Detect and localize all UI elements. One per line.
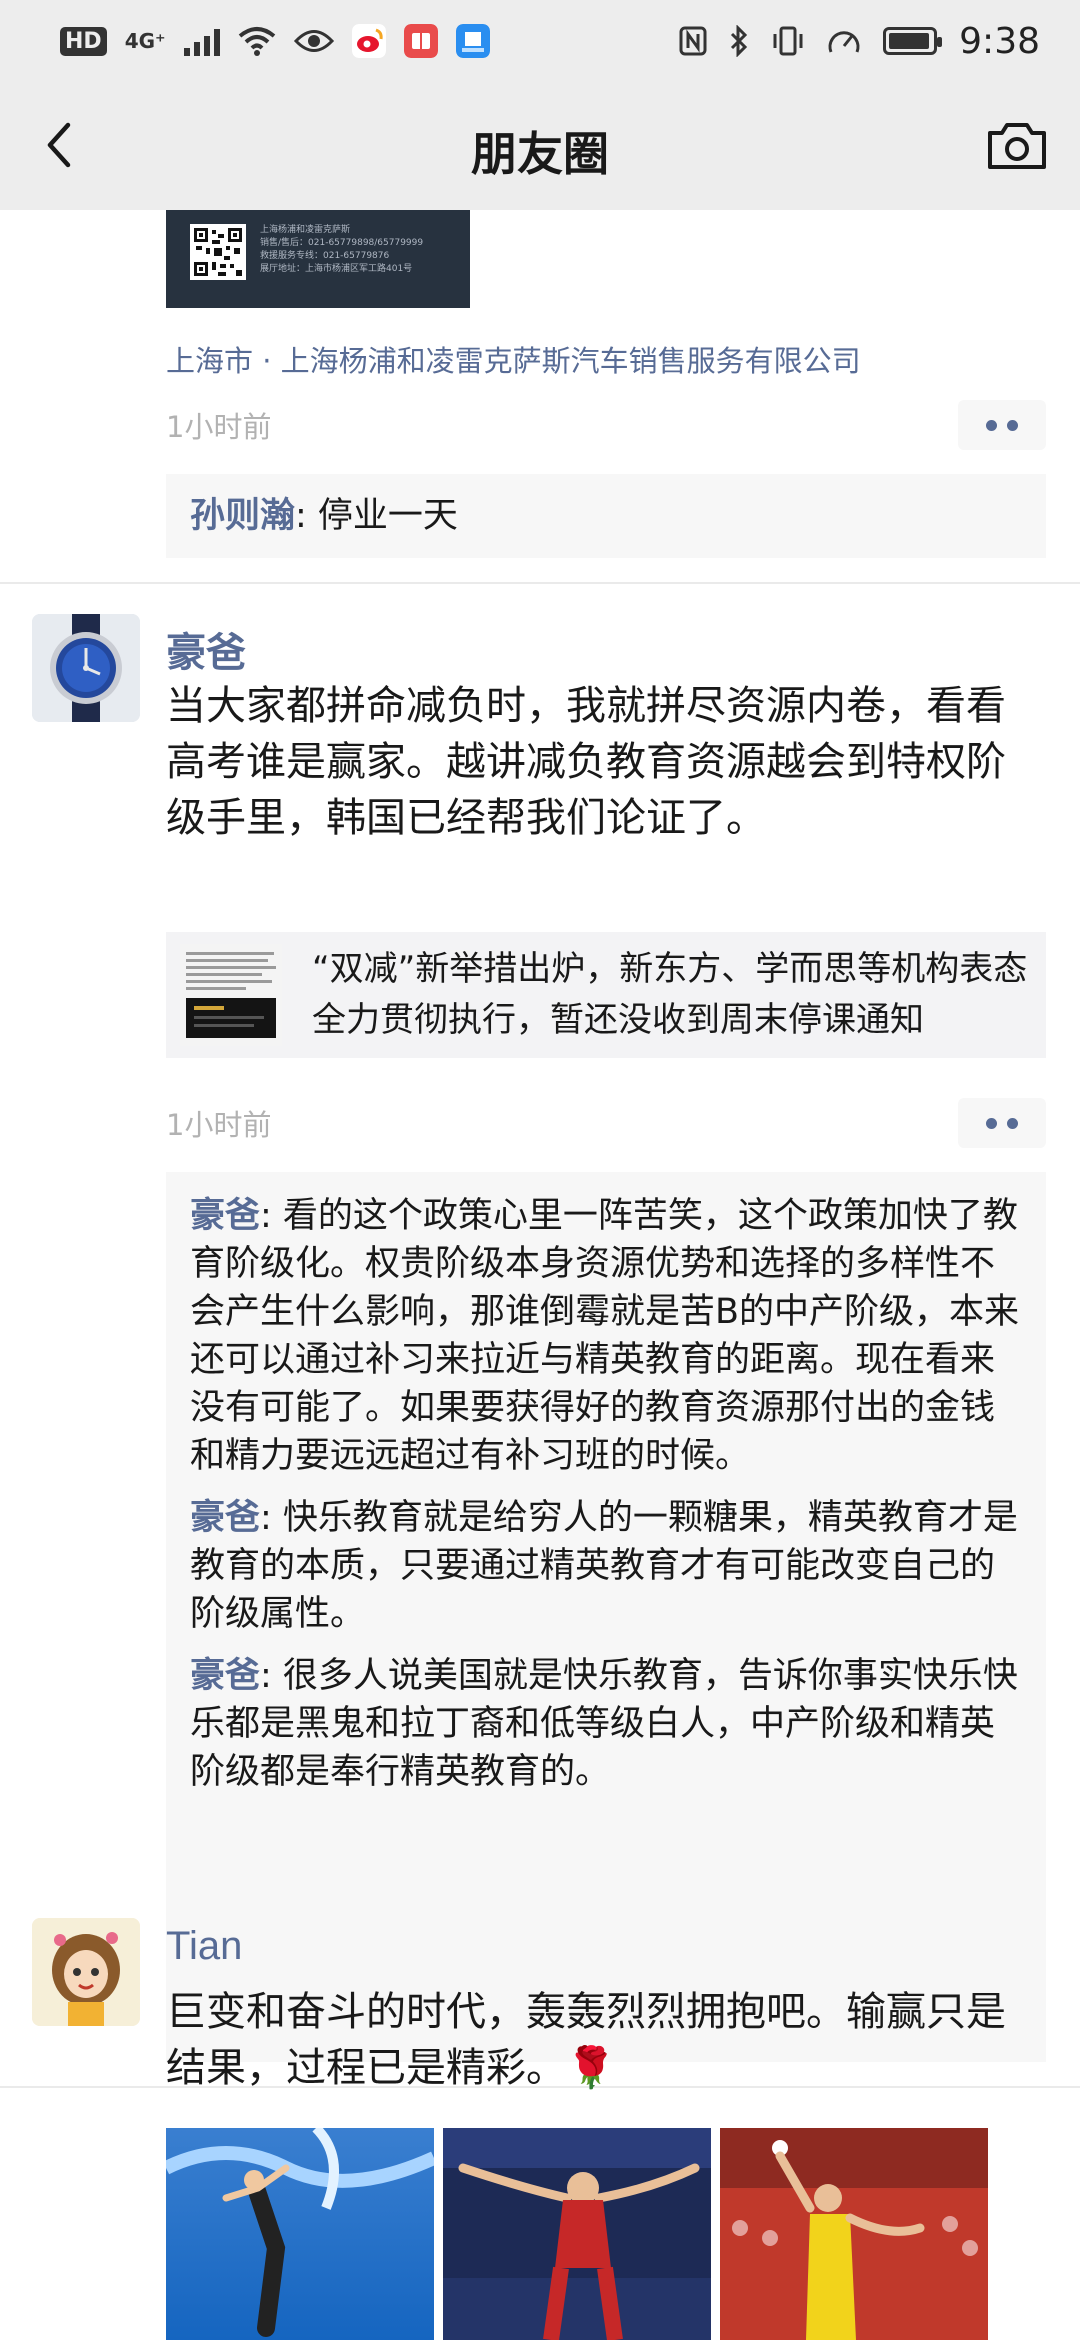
status-bar: HD 4G⁺ 9:38 <box>0 0 1080 80</box>
comment-text: : 停业一天 <box>295 496 458 536</box>
comment-item[interactable]: 孙则瀚: 停业一天 <box>190 492 1022 540</box>
nav-bar: 朋友圈 <box>0 80 1080 210</box>
nfc-icon <box>679 26 707 56</box>
battery-icon <box>883 27 943 55</box>
more-actions-button[interactable] <box>958 400 1046 450</box>
comment-area: 孙则瀚: 停业一天 <box>166 474 1046 558</box>
post-author[interactable]: 豪爸 <box>166 620 246 678</box>
comment-author[interactable]: 豪爸 <box>190 1498 260 1538</box>
camera-icon[interactable] <box>984 115 1050 175</box>
book-app-icon <box>403 24 438 58</box>
comment-item[interactable]: 豪爸: 看的这个政策心里一阵苦笑，这个政策加快了教育阶级化。权贵阶级本身资源优势… <box>190 1192 1022 1480</box>
card-line: 上海杨浦和凌雷克萨斯 <box>260 225 351 235</box>
comment-item[interactable]: 豪爸: 快乐教育就是给穷人的一颗糖果，精英教育才是教育的本质，只要通过精英教育才… <box>190 1494 1022 1638</box>
post-text: 巨变和奋斗的时代，轰轰烈烈拥抱吧。输赢只是结果，过程已是精彩。🌹 <box>166 1989 1006 2091</box>
comment-item[interactable]: 豪爸: 很多人说美国就是快乐教育，告诉你事实快乐快乐都是黑鬼和拉丁裔和低等级白人… <box>190 1652 1022 1796</box>
post-author[interactable]: Tian <box>166 1924 242 1969</box>
comment-text: : 很多人说美国就是快乐教育，告诉你事实快乐快乐都是黑鬼和拉丁裔和低等级白人，中… <box>190 1656 1018 1792</box>
moments-feed[interactable]: 上海杨浦和凌雷克萨斯 销售/售后：021-65779898/65779999 救… <box>0 210 1080 2340</box>
post-time: 1小时前 <box>166 1108 272 1142</box>
link-thumbnail <box>180 944 282 1046</box>
cartoon-girl-avatar-image <box>32 1918 140 2026</box>
card-info-text: 上海杨浦和凌雷克萨斯 销售/售后：021-65779898/65779999 救… <box>260 224 423 276</box>
card-line: 救援服务专线：021-65779876 <box>260 251 390 261</box>
comment-author[interactable]: 豪爸 <box>190 1196 260 1236</box>
status-bar-right: 9:38 <box>679 20 1040 62</box>
card-line: 销售/售后：021-65779898/65779999 <box>260 238 424 248</box>
avatar[interactable] <box>32 1918 140 2026</box>
eye-icon <box>293 30 334 52</box>
status-time: 9:38 <box>959 20 1040 62</box>
post-time: 1小时前 <box>166 410 272 444</box>
wifi-icon <box>238 27 275 56</box>
qr-code <box>190 224 246 280</box>
network-type: 4G⁺ <box>124 29 166 53</box>
shared-image[interactable]: 上海杨浦和凌雷克萨斯 销售/售后：021-65779898/65779999 救… <box>166 210 470 308</box>
page-title: 朋友圈 <box>471 127 609 181</box>
gymnastics-photo[interactable] <box>443 2128 711 2340</box>
speed-icon <box>828 31 860 53</box>
bluetooth-icon <box>731 25 748 57</box>
signal-icon <box>183 26 220 56</box>
comment-author[interactable]: 孙则瀚 <box>190 496 295 536</box>
avatar[interactable] <box>32 614 140 722</box>
vibrate-icon <box>773 26 803 56</box>
post-text: 当大家都拼命减负时，我就拼尽资源内卷，看看高考谁是赢家。越讲减负教育资源越会到特… <box>166 683 1006 841</box>
link-title: “双减”新举措出炉，新东方、学而思等机构表态全力贯彻执行，暂还没收到周末停课通知 <box>312 949 1028 1040</box>
comment-text: : 看的这个政策心里一阵苦笑，这个政策加快了教育阶级化。权贵阶级本身资源优势和选… <box>190 1196 1020 1476</box>
hd-indicator: HD <box>60 26 107 56</box>
blue-app-icon <box>455 24 490 58</box>
post-location[interactable]: 上海市 · 上海杨浦和凌雷克萨斯汽车销售服务有限公司 <box>166 338 861 380</box>
card-line: 展厅地址：上海市杨浦区军工路401号 <box>260 264 413 274</box>
post-divider <box>0 582 1080 584</box>
diving-photo[interactable] <box>166 2128 434 2340</box>
shared-link-card[interactable]: “双减”新举措出炉，新东方、学而思等机构表态全力贯彻执行，暂还没收到周末停课通知 <box>166 932 1046 1058</box>
comment-text: : 快乐教育就是给穷人的一颗糖果，精英教育才是教育的本质，只要通过精英教育才有可… <box>190 1498 1018 1634</box>
volleyball-photo[interactable] <box>720 2128 988 2340</box>
comment-author[interactable]: 豪爸 <box>190 1656 260 1696</box>
status-bar-left: HD 4G⁺ <box>60 20 490 62</box>
comment-area: 豪爸: 看的这个政策心里一阵苦笑，这个政策加快了教育阶级化。权贵阶级本身资源优势… <box>166 1172 1046 2062</box>
watch-avatar-image <box>32 614 140 722</box>
weibo-app-icon <box>351 24 386 58</box>
more-actions-button[interactable] <box>958 1098 1046 1148</box>
